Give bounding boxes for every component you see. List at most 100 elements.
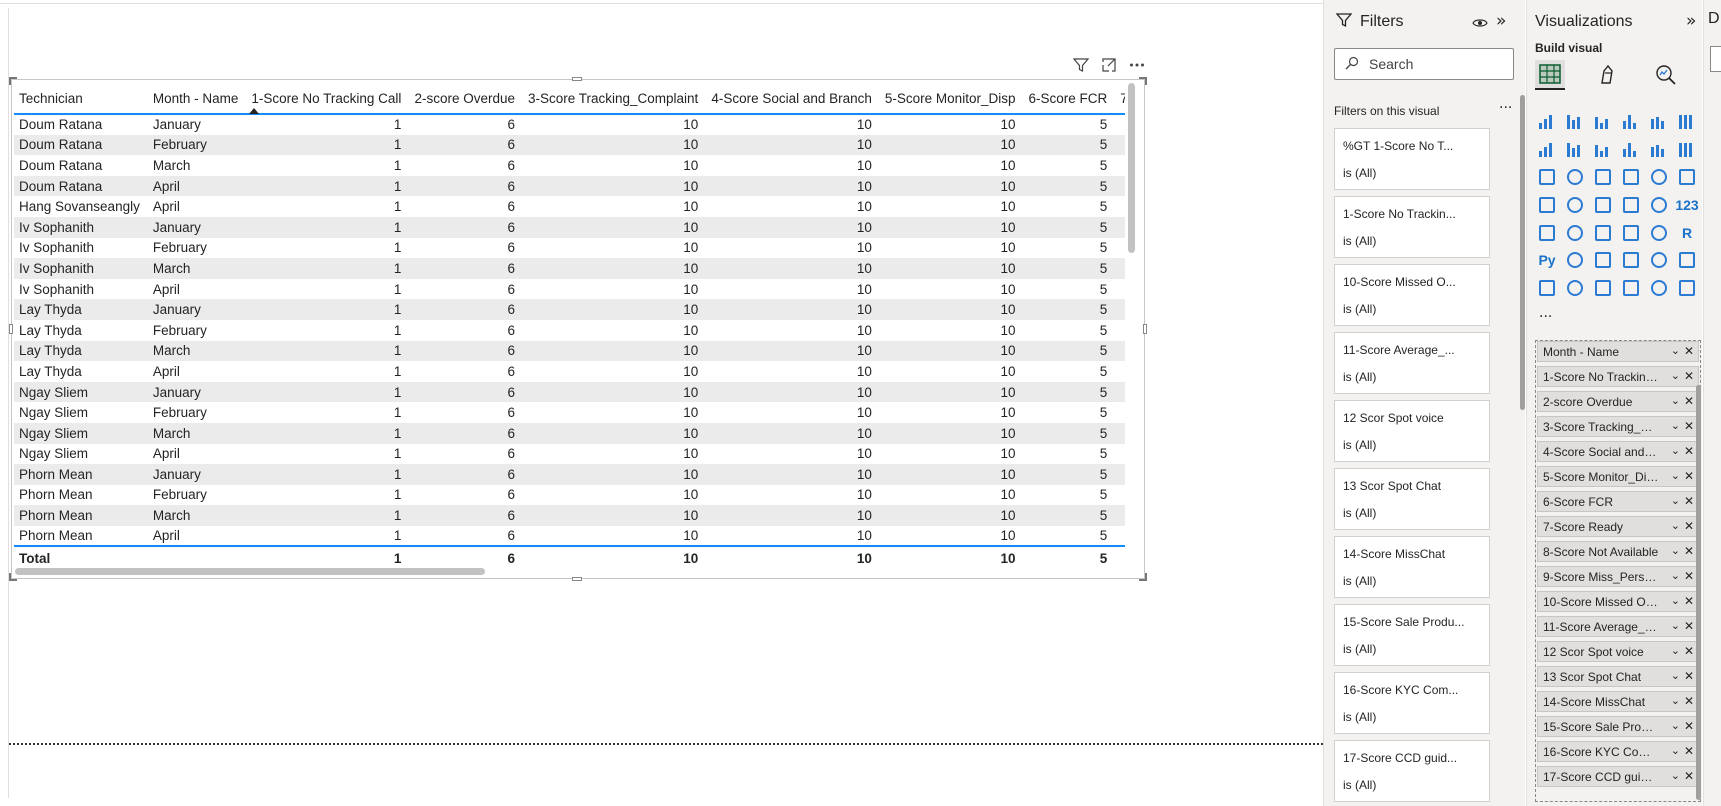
report-canvas[interactable]: Technician Month - Name 1-Score No Trackin… [0,0,1323,806]
column-header[interactable]: Technician [14,83,148,115]
table-row[interactable]: Doum Ratana January 1 6 10 10 10 5 [14,114,1125,135]
visualizations-scrollbar[interactable] [1696,385,1701,800]
qa-icon[interactable] [1621,250,1641,270]
field-well-item[interactable]: Month - Name ⌄ ✕ [1537,341,1699,362]
table-row[interactable]: Lay Thyda March 1 6 10 10 10 5 [14,340,1125,362]
field-well-item[interactable]: 6-Score FCR ⌄ ✕ [1537,491,1699,512]
chevron-down-icon[interactable]: ⌄ [1671,594,1680,607]
close-icon[interactable]: ✕ [1684,719,1694,733]
resize-handle-right[interactable] [1143,324,1147,334]
filter-card[interactable]: 16-Score KYC Com... is (All) [1334,672,1490,734]
diamond-icon[interactable] [1649,278,1669,298]
table-row[interactable]: Lay Thyda April 1 6 10 10 10 5 [14,361,1125,382]
chevron-down-icon[interactable]: ⌄ [1671,419,1680,432]
data-pane-search-box[interactable] [1710,46,1721,72]
table-row[interactable]: Lay Thyda January 1 6 10 10 10 5 [14,299,1125,320]
close-icon[interactable]: ✕ [1684,494,1694,508]
stacked-column-icon[interactable] [1565,112,1585,132]
field-well-item[interactable]: 8-Score Not Available ⌄ ✕ [1537,541,1699,562]
field-well-item[interactable]: 11-Score Average_Call ⌄ ✕ [1537,616,1699,637]
column-header[interactable]: 3-Score Tracking_Complaint [522,83,707,115]
close-icon[interactable]: ✕ [1684,744,1694,758]
table-row[interactable]: Phorn Mean March 1 6 10 10 10 5 [14,505,1125,526]
python-visual-icon[interactable]: Py [1537,250,1557,270]
column-header[interactable]: 7-Sc [1115,83,1125,115]
table-row[interactable]: Lay Thyda February 1 6 10 10 10 5 [14,320,1125,341]
chevron-down-icon[interactable]: ⌄ [1671,694,1680,707]
powerapps-icon[interactable] [1565,278,1585,298]
close-icon[interactable]: ✕ [1684,519,1694,533]
data-pane-collapsed[interactable]: D [1703,0,1721,806]
table-visual[interactable]: Technician Month - Name 1-Score No Trackin… [9,58,1147,581]
filter-card[interactable]: %GT 1-Score No T... is (All) [1334,128,1490,190]
ribbon-chart-icon[interactable] [1537,167,1557,187]
close-icon[interactable]: ✕ [1684,369,1694,383]
table-row[interactable]: Ngay Sliem February 1 6 10 10 10 5 [14,402,1125,423]
close-icon[interactable]: ✕ [1684,344,1694,358]
line-chart-icon[interactable] [1537,140,1557,160]
resize-corner-br[interactable] [1139,573,1147,581]
chevron-down-icon[interactable]: ⌄ [1671,719,1680,732]
close-icon[interactable]: ✕ [1684,619,1694,633]
table-row[interactable]: Doum Ratana April 1 6 10 10 10 5 [14,175,1125,197]
close-icon[interactable]: ✕ [1684,394,1694,408]
filled-map-icon[interactable] [1593,195,1613,215]
clustered-bar-icon[interactable] [1593,112,1613,132]
field-well-item[interactable]: 10-Score Missed Overal ⌄ ✕ [1537,591,1699,612]
table-row[interactable]: Iv Sophanith March 1 6 10 10 10 5 [14,258,1125,279]
table-row[interactable]: Doum Ratana February 1 6 10 10 10 5 [14,134,1125,156]
table-horizontal-scrollbar[interactable] [15,568,485,575]
decomposition-tree-icon[interactable] [1593,250,1613,270]
stacked-area-icon[interactable] [1593,140,1613,160]
custom-visual-icon[interactable] [1621,278,1641,298]
line-clustered-icon[interactable] [1677,140,1697,160]
paginated-report-icon[interactable] [1537,278,1557,298]
filter-card[interactable]: 10-Score Missed O... is (All) [1334,264,1490,326]
r-visual-icon[interactable]: R [1677,223,1697,243]
chevron-down-icon[interactable]: ⌄ [1671,769,1680,782]
table-row[interactable]: Hang Sovanseangly April 1 6 10 10 10 5 [14,196,1125,217]
filters-search-input[interactable]: Search [1334,48,1514,80]
close-icon[interactable]: ✕ [1684,694,1694,708]
close-icon[interactable]: ✕ [1684,469,1694,483]
100-bar-icon[interactable] [1649,112,1669,132]
resize-handle-left[interactable] [9,324,13,334]
table-row[interactable]: Ngay Sliem January 1 6 10 10 10 5 [14,381,1125,403]
filter-card[interactable]: 14-Score MissChat is (All) [1334,536,1490,598]
eye-icon[interactable] [1472,14,1488,33]
close-icon[interactable]: ✕ [1684,644,1694,658]
chevron-down-icon[interactable]: ⌄ [1671,394,1680,407]
close-icon[interactable]: ✕ [1684,544,1694,558]
stacked-bar-icon[interactable] [1537,112,1557,132]
field-well-item[interactable]: 3-Score Tracking_Co... ⌄ ✕ [1537,416,1699,437]
close-icon[interactable]: ✕ [1684,419,1694,433]
resize-handle-bottom[interactable] [572,577,582,581]
column-header[interactable]: 1-Score No Tracking Call [246,83,410,115]
table-row[interactable]: Phorn Mean January 1 6 10 10 10 5 [14,464,1125,485]
100-area-icon[interactable] [1621,140,1641,160]
close-icon[interactable]: ✕ [1684,769,1694,783]
close-icon[interactable]: ✕ [1684,569,1694,583]
matrix-icon[interactable] [1649,223,1669,243]
field-well-item[interactable]: 13 Scor Spot Chat ⌄ ✕ [1537,666,1699,687]
donut-chart-icon[interactable] [1677,167,1697,187]
table-row[interactable]: Ngay Sliem April 1 6 10 10 10 5 [14,444,1125,465]
field-well-item[interactable]: 1-Score No Tracking ... ⌄ ✕ [1537,366,1699,387]
chevron-visual-icon[interactable] [1677,278,1697,298]
table-row[interactable]: Iv Sophanith April 1 6 10 10 10 5 [14,279,1125,300]
column-header[interactable]: 6-Score FCR [1023,83,1116,115]
field-well-item[interactable]: 16-Score KYC Complete ⌄ ✕ [1537,741,1699,762]
kpi-icon[interactable] [1565,223,1585,243]
map-icon[interactable] [1565,195,1585,215]
chevron-down-icon[interactable]: ⌄ [1671,369,1680,382]
field-well-item[interactable]: 17-Score CCD guideline ⌄ ✕ [1537,766,1699,787]
chevron-down-icon[interactable]: ⌄ [1671,669,1680,682]
chevron-down-icon[interactable]: ⌄ [1671,569,1680,582]
chevron-down-icon[interactable]: ⌄ [1671,494,1680,507]
more-visuals-icon[interactable]: ... [1539,305,1552,321]
key-influencers-icon[interactable] [1565,250,1585,270]
field-well-item[interactable]: 2-score Overdue ⌄ ✕ [1537,391,1699,412]
table-row[interactable]: Ngay Sliem March 1 6 10 10 10 5 [14,422,1125,444]
treemap-icon[interactable] [1537,195,1557,215]
chevron-down-icon[interactable]: ⌄ [1671,469,1680,482]
